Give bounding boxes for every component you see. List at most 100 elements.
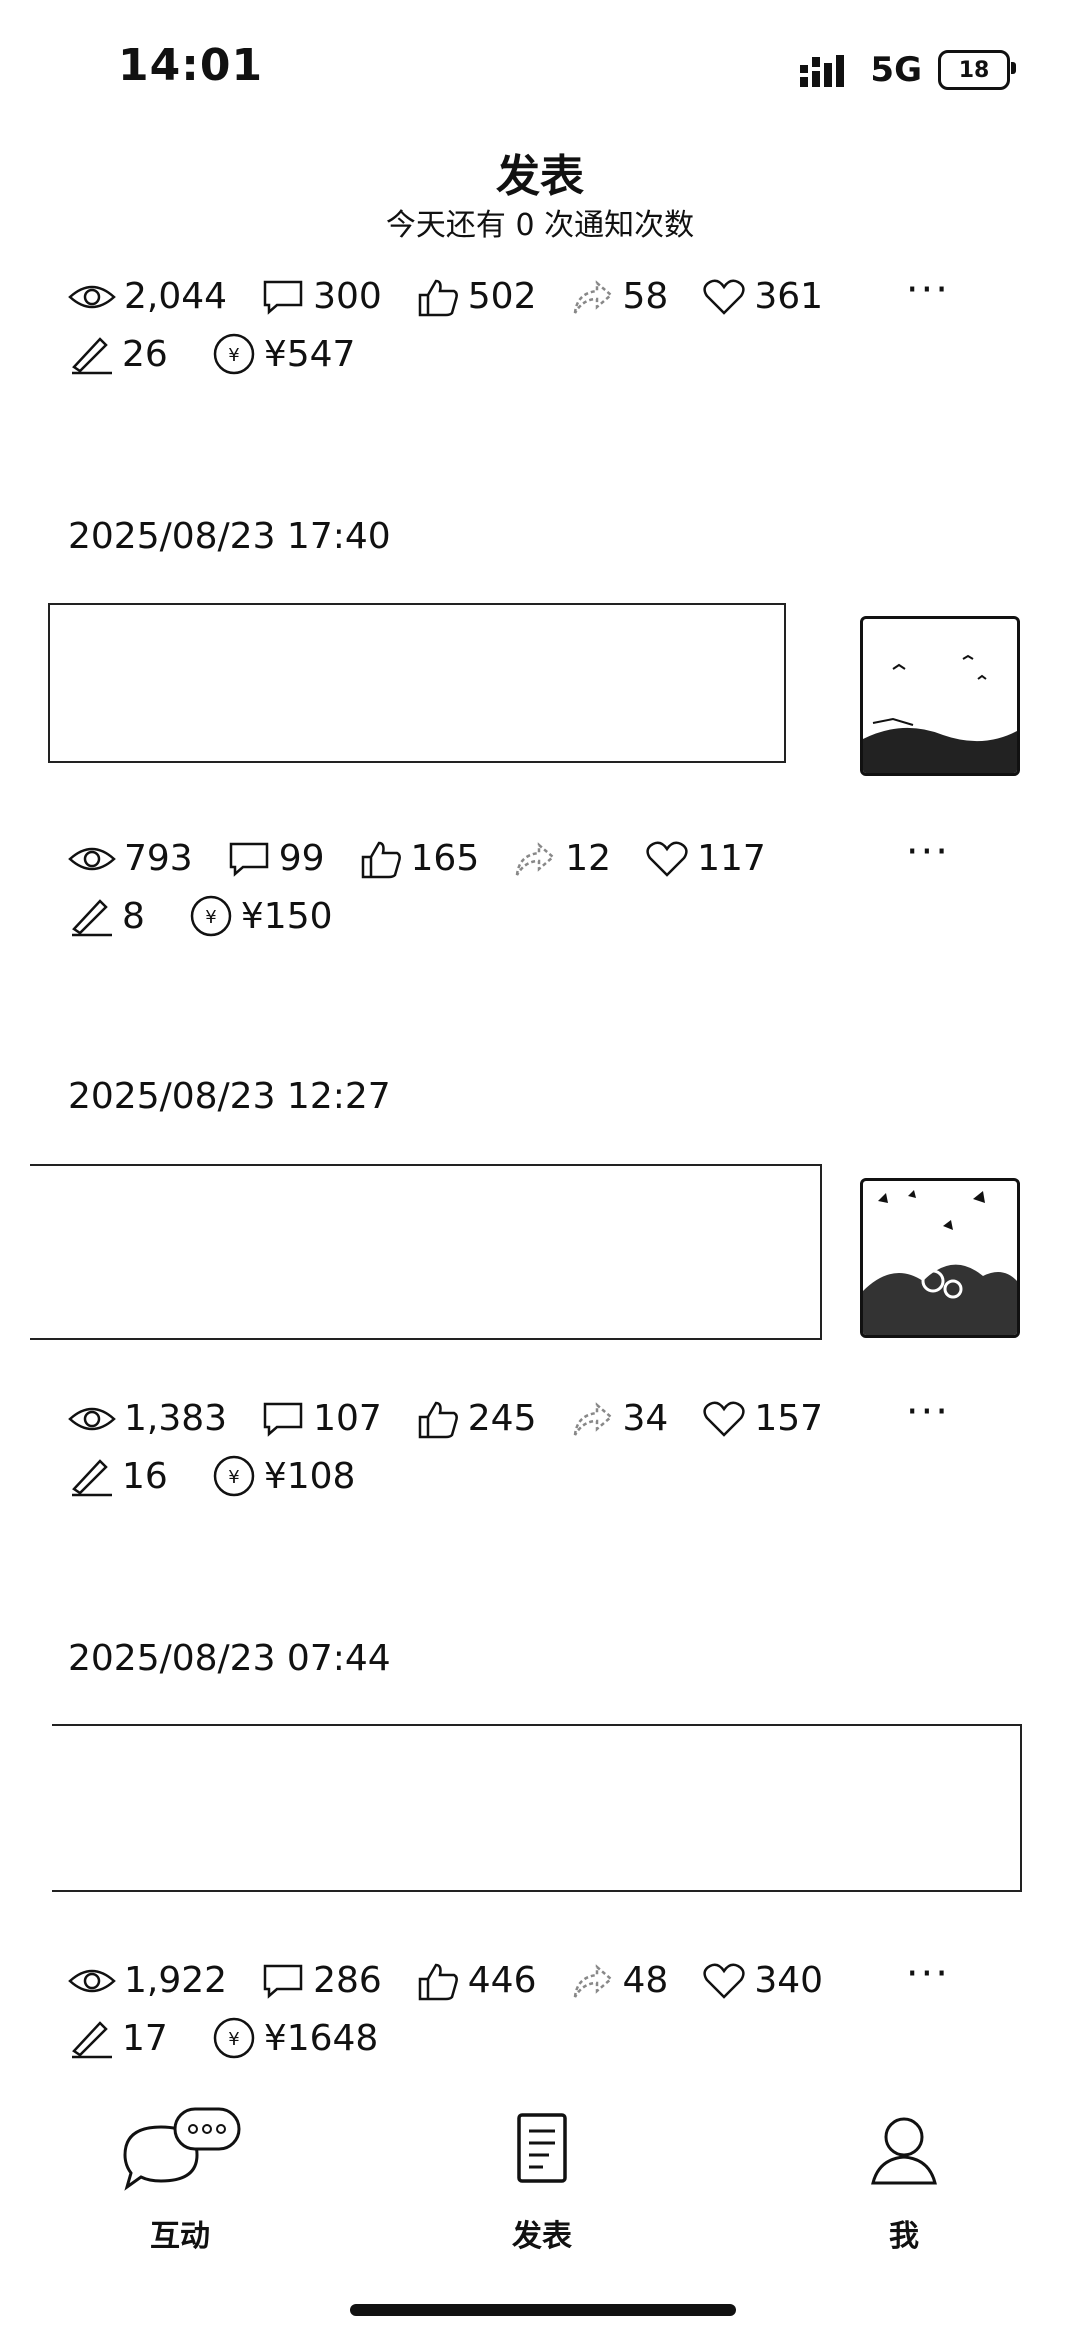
share-icon: [516, 841, 556, 876]
tab-label: 发表: [512, 2219, 572, 2254]
person-icon: [871, 2117, 937, 2185]
heart-icon: [703, 279, 745, 315]
thumbs-up-icon: [361, 841, 401, 878]
views-stat: 1,383: [68, 1398, 227, 1439]
edits-stat: 26: [68, 333, 168, 375]
more-button[interactable]: ···: [906, 270, 950, 310]
battery-level: 18: [958, 57, 990, 83]
share-icon: [573, 1401, 613, 1436]
heart-icon: [703, 1963, 745, 1999]
pen-icon: [72, 2021, 112, 2059]
post-text-block[interactable]: [30, 1164, 822, 1340]
comments-stat[interactable]: 107: [261, 1398, 382, 1439]
status-indicators: 5G 18: [800, 50, 1016, 90]
comment-icon: [263, 280, 303, 315]
post-text-block[interactable]: [52, 1724, 1022, 1892]
likes-stat[interactable]: 245: [416, 1398, 537, 1439]
chat-bubbles-icon: [123, 2107, 241, 2191]
favorites-stat[interactable]: 117: [645, 838, 766, 879]
coin-icon: ¥: [213, 2017, 255, 2059]
status-time: 14:01: [118, 40, 264, 91]
coin-icon: ¥: [190, 895, 232, 937]
pen-icon: [72, 337, 112, 375]
comment-icon: [229, 842, 268, 877]
shares-stat[interactable]: 58: [571, 276, 668, 317]
tab-publish[interactable]: 发表: [442, 2105, 642, 2255]
post-date: 2025/08/23 17:40: [68, 516, 391, 557]
tab-label: 互动: [150, 2219, 210, 2254]
pen-icon: [72, 899, 112, 937]
coin-icon: ¥: [213, 333, 255, 375]
post-stats-row-2: 26 ¥ ¥547: [68, 332, 389, 376]
post-stats-row-2: 8 ¥ ¥150: [68, 894, 367, 938]
eye-icon: [68, 285, 116, 308]
likes-stat[interactable]: 502: [416, 276, 537, 317]
post-stats-row-2: 17 ¥ ¥1648: [68, 2016, 412, 2060]
post-stats-row: 2,044 300 502 58 361 ···: [68, 270, 1012, 317]
svg-text:¥: ¥: [228, 1467, 239, 1488]
likes-stat[interactable]: 165: [359, 838, 479, 879]
favorites-stat[interactable]: 157: [702, 1398, 823, 1439]
post-stats-row: 1,922 286 446 48 340 ···: [68, 1954, 1012, 2001]
shares-stat[interactable]: 48: [571, 1960, 668, 2001]
tab-me[interactable]: 我: [804, 2105, 1004, 2255]
earnings-stat[interactable]: ¥ ¥1648: [212, 2016, 378, 2060]
more-button[interactable]: ···: [906, 1954, 950, 1994]
shares-stat[interactable]: 12: [513, 838, 611, 879]
views-stat: 2,044: [68, 276, 227, 317]
earnings-stat[interactable]: ¥ ¥547: [212, 332, 355, 376]
post-thumbnail[interactable]: [860, 1178, 1020, 1338]
favorites-stat[interactable]: 361: [702, 276, 823, 317]
comments-stat[interactable]: 300: [261, 276, 382, 317]
tab-interact[interactable]: 互动: [80, 2105, 280, 2255]
edits-stat: 16: [68, 1455, 168, 1497]
document-icon: [517, 2113, 567, 2183]
comment-icon: [263, 1964, 303, 1999]
favorites-stat[interactable]: 340: [702, 1960, 823, 2001]
heart-icon: [646, 841, 688, 877]
eye-icon: [68, 1969, 116, 1992]
share-icon: [573, 279, 613, 314]
post-stats-row: 793 99 165 12 117 ···: [68, 832, 1012, 879]
post-date: 2025/08/23 07:44: [68, 1638, 391, 1679]
post-thumbnail[interactable]: [860, 616, 1020, 776]
notification-quota: 今天还有 0 次通知次数: [385, 208, 695, 243]
pen-icon: [72, 1459, 112, 1497]
network-label: 5G: [870, 50, 922, 90]
thumbs-up-icon: [418, 1963, 458, 2000]
eye-icon: [68, 1407, 116, 1430]
signal-icon: [800, 55, 845, 87]
more-button[interactable]: ···: [906, 832, 950, 872]
more-button[interactable]: ···: [906, 1392, 950, 1432]
earnings-stat[interactable]: ¥ ¥108: [212, 1454, 355, 1498]
post-stats-row: 1,383 107 245 34 157 ···: [68, 1392, 1012, 1439]
views-stat: 1,922: [68, 1960, 227, 2001]
tab-label: 我: [889, 2219, 919, 2254]
svg-text:¥: ¥: [205, 907, 216, 928]
page-title: 发表: [496, 151, 584, 202]
edits-stat: 17: [68, 2017, 168, 2059]
svg-text:¥: ¥: [228, 345, 239, 366]
views-stat: 793: [68, 838, 193, 879]
landscape-illustration: [863, 654, 1017, 773]
eye-icon: [68, 847, 116, 870]
home-indicator[interactable]: [350, 2304, 736, 2316]
svg-text:¥: ¥: [228, 2029, 239, 2050]
post-text-block[interactable]: [48, 603, 786, 763]
thumbs-up-icon: [418, 1401, 458, 1438]
comments-stat[interactable]: 286: [261, 1960, 382, 2001]
likes-stat[interactable]: 446: [416, 1960, 537, 2001]
coin-icon: ¥: [213, 1455, 255, 1497]
post-stats-row-2: 16 ¥ ¥108: [68, 1454, 389, 1498]
earnings-stat[interactable]: ¥ ¥150: [189, 894, 333, 938]
comment-icon: [263, 1402, 303, 1437]
heart-icon: [703, 1401, 745, 1437]
edits-stat: 8: [68, 895, 145, 937]
bottom-tab-bar: 互动 发表 我: [0, 2105, 1080, 2255]
butterfly-flowers-illustration: [863, 1190, 1017, 1335]
post-date: 2025/08/23 12:27: [68, 1076, 391, 1117]
shares-stat[interactable]: 34: [571, 1398, 668, 1439]
thumbs-up-icon: [418, 279, 458, 316]
battery-icon: 18: [938, 50, 1016, 90]
comments-stat[interactable]: 99: [227, 838, 325, 879]
